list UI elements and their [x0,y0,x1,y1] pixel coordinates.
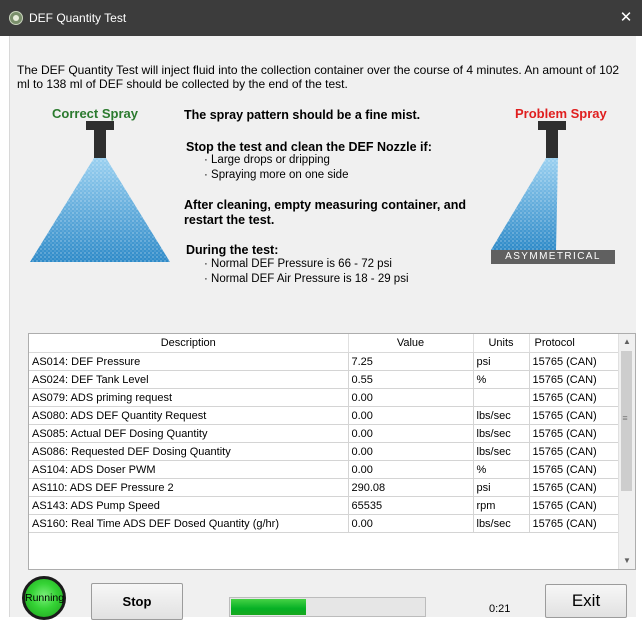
progress-bar [229,597,426,617]
elapsed-time: 0:21 [489,603,511,615]
running-indicator: Running [22,576,66,620]
table-row[interactable]: AS104: ADS Doser PWM 0.00 % 15765 (CAN) [29,460,620,479]
cell-protocol: 15765 (CAN) [529,496,620,515]
problem-spray-nozzle-icon [538,121,566,158]
cell-units: psi [473,352,530,371]
cell-protocol: 15765 (CAN) [529,388,620,407]
cell-value: 290.08 [348,478,474,497]
scroll-down-arrow-icon[interactable]: ▼ [619,553,635,569]
table-row[interactable]: AS079: ADS priming request 0.00 15765 (C… [29,388,620,407]
cell-units: % [473,370,530,389]
cell-units: % [473,460,530,479]
cell-value: 0.55 [348,370,474,389]
cell-value: 0.00 [348,460,474,479]
cell-value: 0.00 [348,442,474,461]
column-header-protocol[interactable]: Protocol [529,334,620,353]
cell-units: lbs/sec [473,442,530,461]
cell-description: AS079: ADS priming request [29,388,349,407]
scrollbar-grip-icon: ≡ [622,413,628,423]
during-item: · Normal DEF Air Pressure is 18 - 29 psi [204,273,409,285]
table-row[interactable]: AS014: DEF Pressure 7.25 psi 15765 (CAN) [29,352,620,371]
cell-description: AS085: Actual DEF Dosing Quantity [29,424,349,443]
after-cleaning-line1: After cleaning, empty measuring containe… [184,198,467,212]
table-row[interactable]: AS080: ADS DEF Quantity Request 0.00 lbs… [29,406,620,425]
cell-description: AS160: Real Time ADS DEF Dosed Quantity … [29,514,349,533]
stop-item: · Spraying more on one side [204,169,349,181]
cell-units: lbs/sec [473,424,530,443]
during-item: · Normal DEF Pressure is 66 - 72 psi [204,258,392,270]
cell-protocol: 15765 (CAN) [529,442,620,461]
stop-item: · Large drops or dripping [204,154,330,166]
cell-value: 0.00 [348,514,474,533]
asymmetrical-label: ASYMMETRICAL [491,250,615,264]
cell-description: AS014: DEF Pressure [29,352,349,371]
cell-units: lbs/sec [473,406,530,425]
exit-button[interactable]: Exit [545,584,627,618]
cell-units: rpm [473,496,530,515]
cell-units: psi [473,478,530,497]
scroll-up-arrow-icon[interactable]: ▲ [619,334,635,350]
parameter-table[interactable]: Description Value Units Protocol AS014: … [28,333,636,570]
table-scrollbar[interactable]: ▲ ≡ ▼ [618,334,635,569]
cell-value: 0.00 [348,388,474,407]
cell-protocol: 15765 (CAN) [529,406,620,425]
correct-spray-nozzle-icon [86,121,114,158]
table-row[interactable]: AS086: Requested DEF Dosing Quantity 0.0… [29,442,620,461]
cell-units [473,388,530,407]
cell-description: AS086: Requested DEF Dosing Quantity [29,442,349,461]
cell-description: AS104: ADS Doser PWM [29,460,349,479]
cell-description: AS143: ADS Pump Speed [29,496,349,515]
cell-description: AS080: ADS DEF Quantity Request [29,406,349,425]
stop-heading: Stop the test and clean the DEF Nozzle i… [186,140,432,154]
progress-fill [231,599,307,615]
table-header-row: Description Value Units Protocol [29,334,620,353]
cell-description: AS110: ADS DEF Pressure 2 [29,478,349,497]
cell-value: 65535 [348,496,474,515]
table-row[interactable]: AS110: ADS DEF Pressure 2 290.08 psi 157… [29,478,620,497]
cell-protocol: 15765 (CAN) [529,352,620,371]
stop-button[interactable]: Stop [91,583,183,620]
cell-value: 7.25 [348,352,474,371]
table-row[interactable]: AS024: DEF Tank Level 0.55 % 15765 (CAN) [29,370,620,389]
column-header-units[interactable]: Units [473,334,530,353]
table-row[interactable]: AS143: ADS Pump Speed 65535 rpm 15765 (C… [29,496,620,515]
cell-value: 0.00 [348,406,474,425]
problem-spray-label: Problem Spray [515,106,607,121]
during-heading: During the test: [186,243,279,257]
cell-protocol: 15765 (CAN) [529,514,620,533]
table-row[interactable]: AS160: Real Time ADS DEF Dosed Quantity … [29,514,620,533]
cell-protocol: 15765 (CAN) [529,460,620,479]
column-header-description[interactable]: Description [29,334,349,353]
cell-value: 0.00 [348,424,474,443]
cell-protocol: 15765 (CAN) [529,478,620,497]
table-row[interactable]: AS085: Actual DEF Dosing Quantity 0.00 l… [29,424,620,443]
fine-mist-text: The spray pattern should be a fine mist. [184,108,421,122]
after-cleaning-line2: restart the test. [184,213,275,227]
cell-description: AS024: DEF Tank Level [29,370,349,389]
cell-protocol: 15765 (CAN) [529,424,620,443]
column-header-value[interactable]: Value [348,334,474,353]
correct-spray-label: Correct Spray [52,106,138,121]
cell-units: lbs/sec [473,514,530,533]
cell-protocol: 15765 (CAN) [529,370,620,389]
